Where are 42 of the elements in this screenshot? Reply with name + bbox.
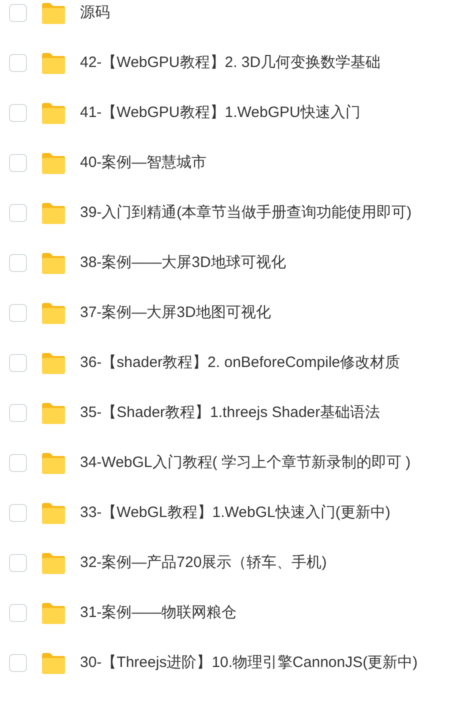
checkbox[interactable] [9,354,27,372]
checkbox[interactable] [9,154,27,172]
checkbox[interactable] [9,104,27,122]
folder-icon [41,52,66,74]
folder-name[interactable]: 37-案例—大屏3D地图可视化 [80,302,271,324]
folder-name[interactable]: 源码 [80,2,110,24]
folder-icon [41,652,66,674]
folder-name[interactable]: 38-案例——大屏3D地球可视化 [80,252,286,274]
folder-icon [41,2,66,24]
folder-icon [41,102,66,124]
checkbox[interactable] [9,4,27,22]
folder-name[interactable]: 42-【WebGPU教程】2. 3D几何变换数学基础 [80,52,381,74]
folder-name[interactable]: 34-WebGL入门教程( 学习上个章节新录制的即可 ) [80,452,411,474]
folder-icon [41,552,66,574]
folder-name[interactable]: 33-【WebGL教程】1.WebGL快速入门(更新中) [80,502,390,524]
folder-name[interactable]: 36-【shader教程】2. onBeforeCompile修改材质 [80,352,400,374]
folder-name[interactable]: 41-【WebGPU教程】1.WebGPU快速入门 [80,102,360,124]
checkbox[interactable] [9,554,27,572]
checkbox[interactable] [9,254,27,272]
folder-icon [41,402,66,424]
checkbox[interactable] [9,404,27,422]
checkbox[interactable] [9,54,27,72]
folder-icon [41,252,66,274]
checkbox[interactable] [9,504,27,522]
folder-name[interactable]: 32-案例—产品720展示（轿车、手机) [80,552,327,574]
folder-icon [41,202,66,224]
checkbox[interactable] [9,604,27,622]
checkbox[interactable] [9,304,27,322]
folder-name[interactable]: 40-案例—智慧城市 [80,152,207,174]
folder-name[interactable]: 35-【Shader教程】1.threejs Shader基础语法 [80,402,380,424]
folder-icon [41,302,66,324]
checkbox[interactable] [9,204,27,222]
folder-name[interactable]: 31-案例——物联网粮仓 [80,602,237,624]
folder-icon [41,152,66,174]
folder-name[interactable]: 30-【Threejs进阶】10.物理引擎CannonJS(更新中) [80,652,418,674]
checkbox[interactable] [9,454,27,472]
folder-icon [41,602,66,624]
folder-icon [41,452,66,474]
checkbox[interactable] [9,654,27,672]
folder-icon [41,502,66,524]
folder-name[interactable]: 39-入门到精通(本章节当做手册查询功能使用即可) [80,202,412,224]
folder-icon [41,352,66,374]
